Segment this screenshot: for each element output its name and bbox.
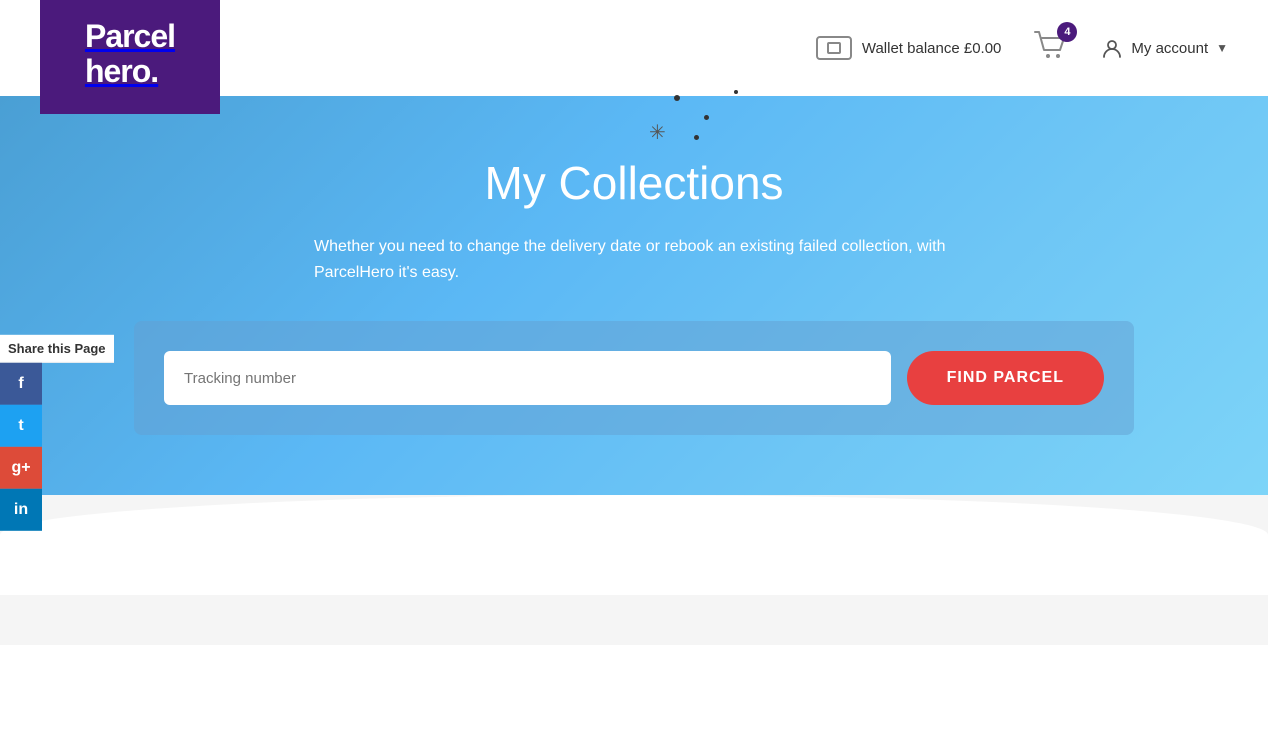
hero-subtitle: Whether you need to change the delivery …: [254, 234, 1014, 285]
wallet-icon: [816, 36, 852, 60]
cart-button[interactable]: 4: [1033, 28, 1069, 69]
account-label: My account: [1131, 40, 1208, 57]
logo-link[interactable]: Parcel hero.: [40, 0, 220, 114]
google-share-button[interactable]: g+: [0, 447, 42, 489]
twitter-share-button[interactable]: t: [0, 405, 42, 447]
cart-count-badge: 4: [1057, 22, 1077, 42]
account-menu[interactable]: My account ▼: [1101, 37, 1228, 59]
hero-title: My Collections: [134, 156, 1134, 210]
hero-content: My Collections Whether you need to chang…: [134, 156, 1134, 435]
account-icon: [1101, 37, 1123, 59]
search-box: FIND PARCEL: [134, 321, 1134, 435]
share-label: Share this Page: [0, 335, 114, 363]
header: Parcel hero. ✳ Wallet balance £0.00 4: [0, 0, 1268, 96]
header-right: Wallet balance £0.00 4 My account ▼: [816, 28, 1228, 69]
linkedin-share-button[interactable]: in: [0, 489, 42, 531]
tracking-number-input[interactable]: [164, 351, 891, 405]
bottom-area: [0, 495, 1268, 645]
logo: Parcel hero.: [40, 0, 220, 114]
wallet-balance: Wallet balance £0.00: [862, 40, 1002, 57]
facebook-share-button[interactable]: f: [0, 363, 42, 405]
share-sidebar: Share this Page f t g+ in: [0, 335, 114, 531]
logo-text: Parcel hero.: [85, 19, 175, 89]
hero-section: My Collections Whether you need to chang…: [0, 96, 1268, 495]
white-curve-decoration: [0, 495, 1268, 595]
dot-4: [734, 90, 738, 94]
chevron-down-icon: ▼: [1216, 41, 1228, 55]
wallet-section: Wallet balance £0.00: [816, 36, 1002, 60]
find-parcel-button[interactable]: FIND PARCEL: [907, 351, 1104, 405]
